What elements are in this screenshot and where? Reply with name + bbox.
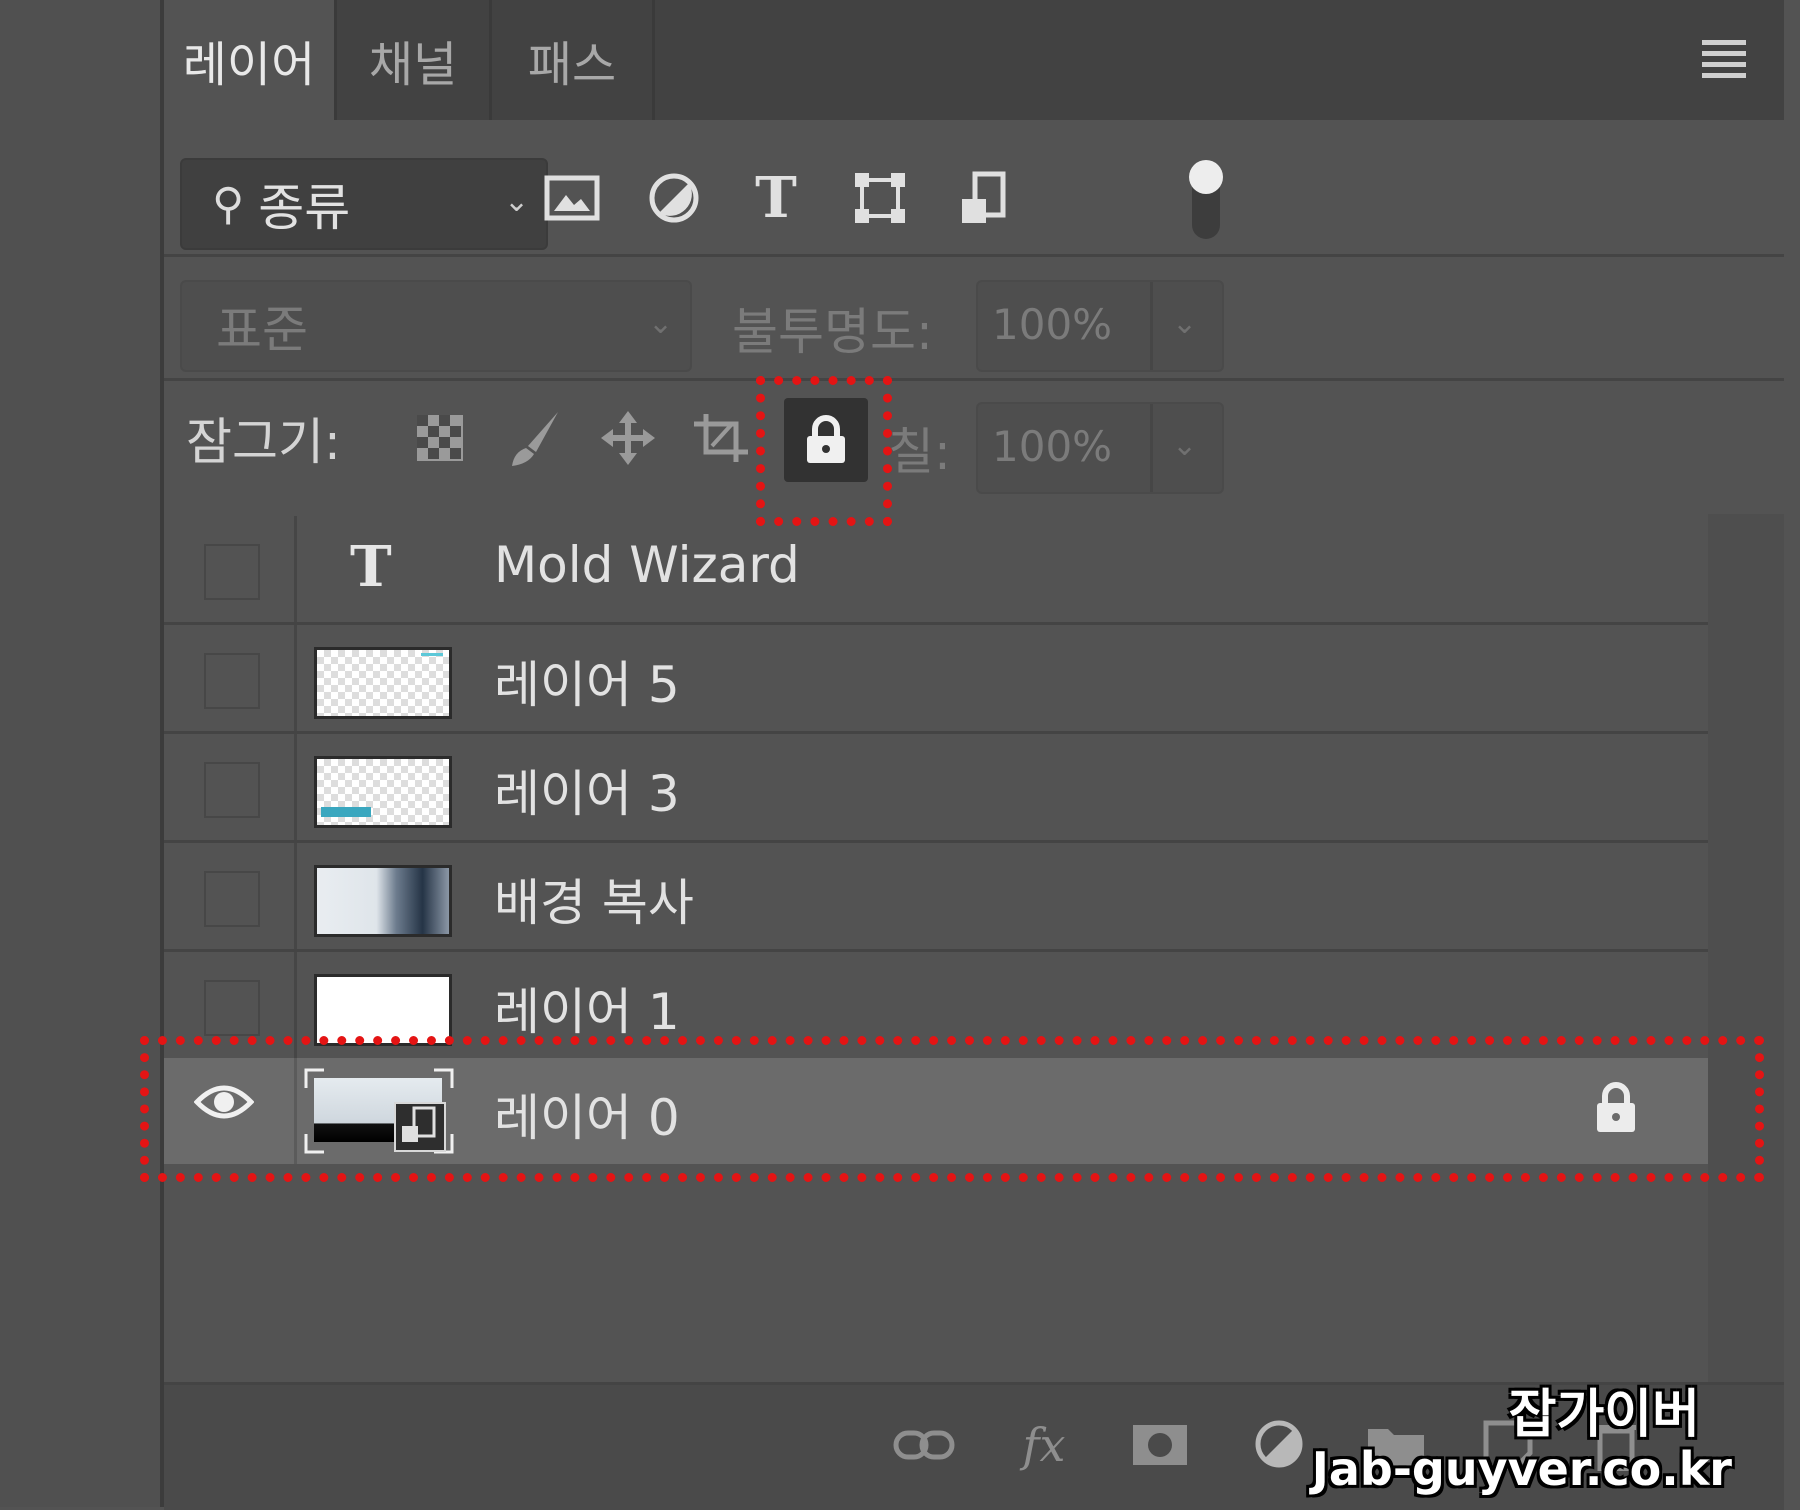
lock-transparent-pixels-icon[interactable] [410, 408, 470, 468]
opacity-label: 불투명도: [732, 303, 933, 361]
fill-label: 칠: [888, 423, 951, 481]
filter-adjustment-layer-icon[interactable] [644, 168, 704, 228]
row-divider [294, 952, 297, 1058]
filter-kind-label: 종류 [258, 179, 351, 237]
fill-value: 100% [992, 422, 1113, 471]
watermark-url: Jab-guyver.co.kr [1311, 1442, 1732, 1496]
layers-panel: 레이어 채널 패스 ⚲ 종류 ⌄ T 표준 ⌄ 불투명도: 100% ⌄ 잠그기… [164, 0, 1800, 1510]
tab-paths[interactable]: 패스 [492, 0, 652, 120]
chevron-down-icon: ⌄ [1172, 306, 1198, 341]
field-divider [1150, 404, 1153, 492]
text-layer-icon: T [350, 534, 392, 600]
layer-lock-icon [1594, 1082, 1638, 1138]
lock-label: 잠그기: [186, 413, 341, 471]
layer-style-fx-icon[interactable]: fx [1012, 1413, 1076, 1477]
opacity-field[interactable]: 100% ⌄ [976, 280, 1224, 372]
left-dock-strip [0, 0, 164, 1507]
filter-toggle-switch[interactable] [1176, 156, 1236, 246]
divider [164, 254, 1784, 257]
tab-layers[interactable]: 레이어 [164, 0, 334, 120]
lock-image-pixels-icon[interactable] [504, 408, 564, 468]
layer-row[interactable]: 레이어 3 [164, 734, 1708, 840]
layer-thumbnail [314, 974, 452, 1046]
visibility-toggle[interactable] [204, 653, 260, 709]
layer-name[interactable]: 레이어 5 [494, 645, 680, 717]
filter-pixel-layer-icon[interactable] [542, 168, 602, 228]
field-divider [1150, 282, 1153, 370]
blend-mode-label: 표준 [216, 301, 308, 359]
visibility-toggle[interactable] [204, 762, 260, 818]
divider [164, 378, 1784, 381]
layer-filter-dropdown[interactable]: ⚲ 종류 ⌄ [180, 158, 548, 250]
visibility-toggle[interactable] [204, 980, 260, 1036]
visibility-toggle[interactable] [204, 544, 260, 600]
layer-row[interactable]: T Mold Wizard [164, 516, 1708, 622]
row-divider [294, 1058, 297, 1164]
panel-menu-icon[interactable] [1702, 40, 1746, 78]
filter-type-layer-icon[interactable]: T [746, 165, 806, 231]
watermark-title: 잡가이버 [1508, 1385, 1700, 1445]
layer-row-selected[interactable]: 레이어 0 [164, 1058, 1708, 1164]
layer-thumbnail [314, 647, 452, 719]
layer-name[interactable]: 배경 복사 [494, 863, 694, 935]
row-divider [294, 516, 297, 622]
new-adjustment-layer-icon[interactable] [1248, 1413, 1312, 1477]
smart-object-badge-icon [394, 1102, 446, 1152]
layer-name[interactable]: 레이어 0 [494, 1078, 680, 1150]
layer-row[interactable]: 배경 복사 [164, 843, 1708, 949]
blend-mode-dropdown[interactable]: 표준 ⌄ [180, 280, 692, 372]
layer-thumbnail [314, 865, 452, 937]
opacity-value: 100% [992, 300, 1113, 349]
row-divider [294, 625, 297, 731]
tab-channels[interactable]: 채널 [337, 0, 489, 120]
tab-divider [652, 0, 655, 120]
add-mask-icon[interactable] [1128, 1413, 1192, 1477]
lock-all-button[interactable] [784, 398, 868, 482]
smart-object-thumbnail [304, 1068, 454, 1154]
filter-shape-layer-icon[interactable] [850, 168, 910, 228]
row-divider [294, 843, 297, 949]
link-layers-icon[interactable] [892, 1413, 956, 1477]
chevron-down-icon: ⌄ [504, 184, 530, 219]
app-frame: 레이어 채널 패스 ⚲ 종류 ⌄ T 표준 ⌄ 불투명도: 100% ⌄ 잠그기… [0, 0, 1800, 1510]
fill-field[interactable]: 100% ⌄ [976, 402, 1224, 494]
layer-name[interactable]: 레이어 3 [494, 754, 680, 826]
chevron-down-icon: ⌄ [648, 306, 674, 341]
visibility-toggle[interactable] [204, 871, 260, 927]
layer-thumbnail [314, 756, 452, 828]
panel-tab-bar: 레이어 채널 패스 [164, 0, 1784, 120]
row-divider [294, 734, 297, 840]
layer-row[interactable]: 레이어 5 [164, 625, 1708, 731]
eye-icon[interactable] [193, 1080, 255, 1128]
lock-icon [807, 415, 845, 463]
filter-smart-object-icon[interactable] [954, 168, 1014, 228]
layer-list-scrollbar[interactable] [1708, 514, 1784, 1384]
search-icon: ⚲ [212, 178, 245, 230]
lock-position-icon[interactable] [598, 408, 658, 468]
layer-name[interactable]: 레이어 1 [494, 972, 680, 1044]
chevron-down-icon: ⌄ [1172, 428, 1198, 463]
layer-row[interactable]: 레이어 1 [164, 952, 1708, 1058]
layer-name[interactable]: Mold Wizard [494, 536, 800, 594]
lock-artboard-icon[interactable] [692, 408, 752, 468]
